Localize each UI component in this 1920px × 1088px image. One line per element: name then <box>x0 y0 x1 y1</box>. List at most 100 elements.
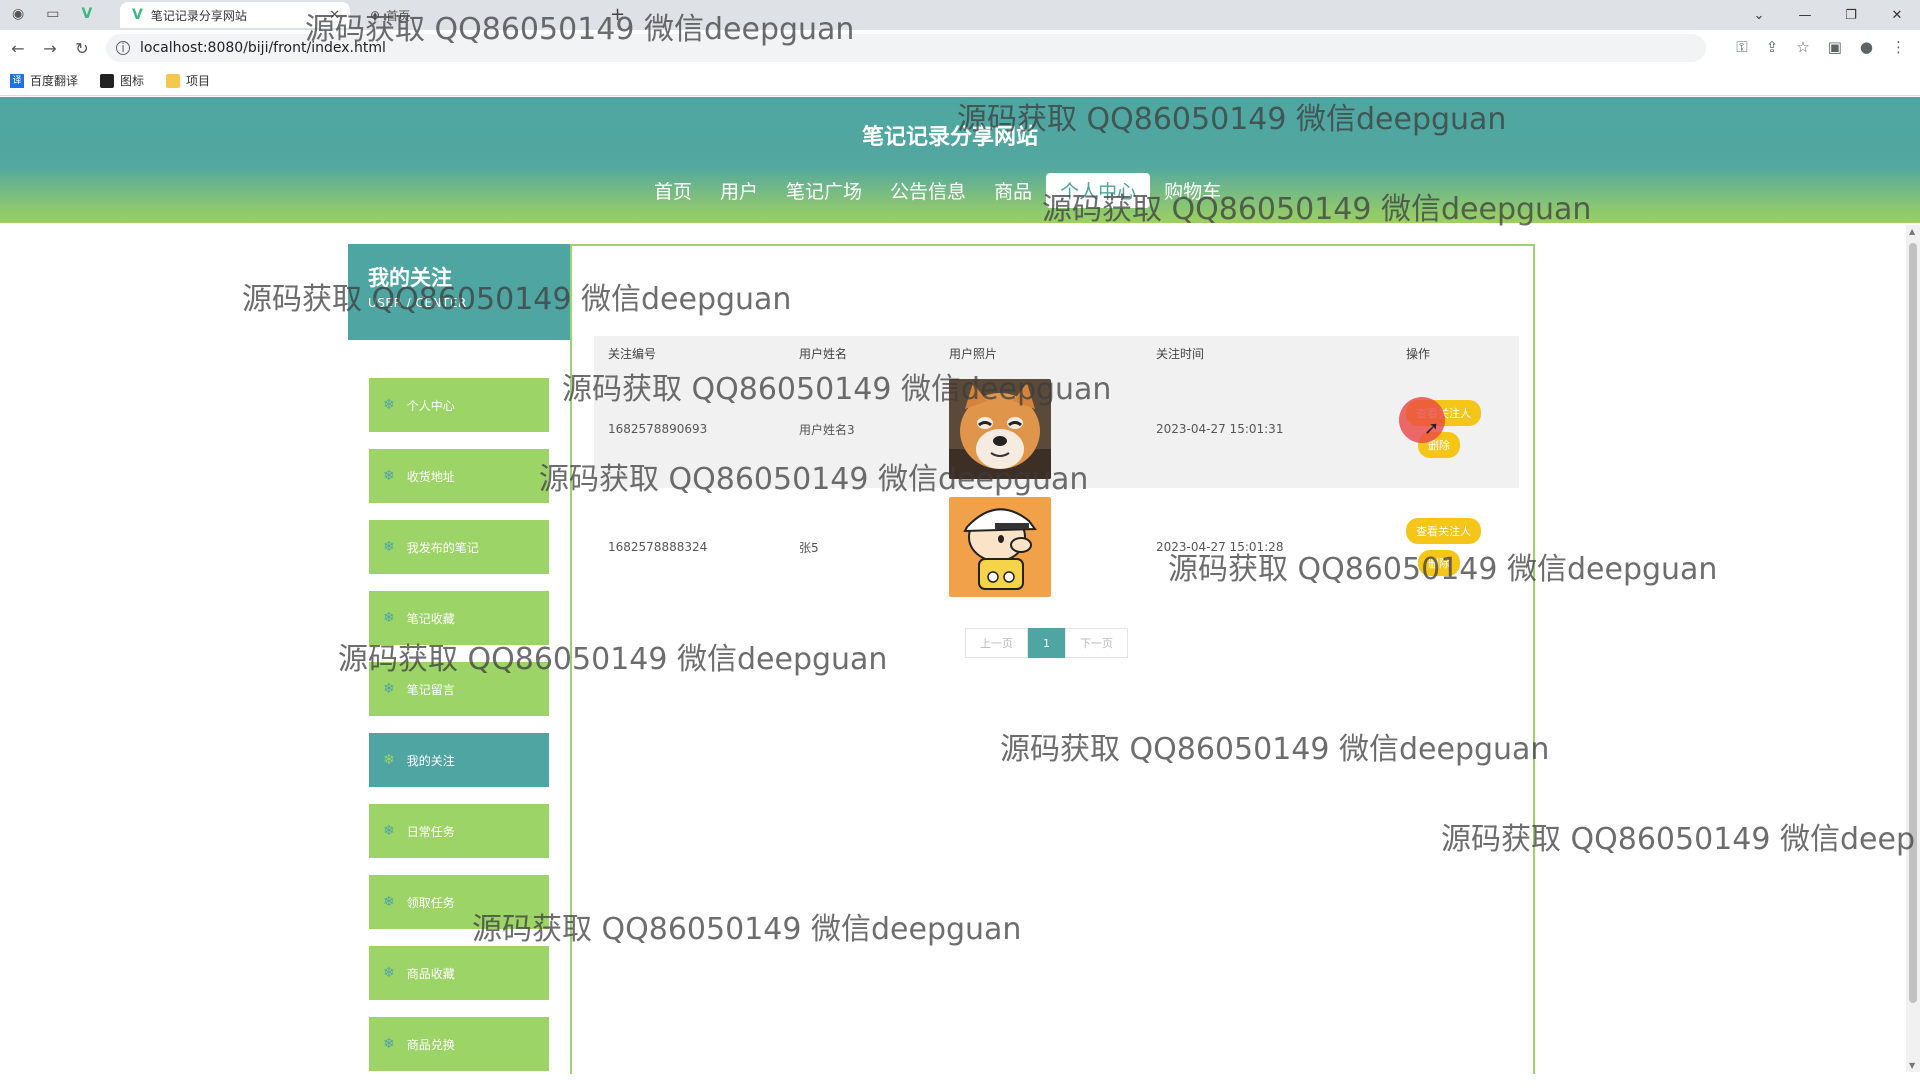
view-followee-button[interactable]: 查看关注人 <box>1406 518 1481 544</box>
nav-users[interactable]: 用户 <box>706 173 772 208</box>
reload-icon[interactable]: ↻ <box>68 39 96 58</box>
table-row: 1682578888324 张5 2023-04-27 15:01:28 查看关… <box>594 488 1519 606</box>
bookmarks-bar: 译 百度翻译 图标 项目 <box>0 66 1920 96</box>
star-bookmark-icon[interactable]: ☆ <box>1796 38 1809 56</box>
sidebar-item-my-follows[interactable]: ❄ 我的关注 <box>369 733 549 787</box>
tab-search-icon[interactable]: ◉ <box>12 6 24 22</box>
sidebar-item-label: 商品兑换 <box>406 1037 455 1052</box>
window-controls: ⌄ — ❐ ✕ <box>1736 0 1920 30</box>
sidebar-item-product-exchange[interactable]: ❄ 商品兑换 <box>369 1017 549 1071</box>
vue-logo-icon: V <box>132 7 143 23</box>
site-info-icon[interactable]: i <box>116 41 130 55</box>
snowflake-icon: ❄ <box>383 823 395 839</box>
bookmark-label: 项目 <box>186 74 211 88</box>
url-text: localhost:8080/biji/front/index.html <box>140 40 386 56</box>
sidebar-item-label: 领取任务 <box>406 895 455 910</box>
vue-favicon-icon[interactable]: V <box>81 6 92 22</box>
cell-follow-id: 1682578888324 <box>608 540 708 554</box>
bookmark-item[interactable]: 项目 <box>166 72 210 89</box>
globe-icon: ⊕ <box>370 8 381 22</box>
cell-follow-time: 2023-04-27 15:01:28 <box>1156 540 1284 554</box>
sidebar-item-my-notes[interactable]: ❄ 我发布的笔记 <box>369 520 549 574</box>
key-icon[interactable]: ⚿ <box>1736 38 1747 56</box>
snowflake-icon: ❄ <box>383 965 395 981</box>
delete-button[interactable]: 删除 <box>1418 550 1460 576</box>
new-tab-plus-icon[interactable]: + <box>610 4 625 25</box>
cell-follow-id: 1682578890693 <box>608 422 708 436</box>
mouse-cursor-icon: ➚ <box>1424 418 1440 439</box>
cell-photo <box>949 379 1156 479</box>
snowflake-icon: ❄ <box>383 539 395 555</box>
tab-blank-icon[interactable]: ▭ <box>46 6 59 22</box>
page-scrollbar[interactable]: ▲ ▼ <box>1906 225 1920 1072</box>
snowflake-icon: ❄ <box>383 397 395 413</box>
sidebar-item-daily-tasks[interactable]: ❄ 日常任务 <box>369 804 549 858</box>
translate-icon: 译 <box>10 73 24 88</box>
cell-user-name: 张5 <box>799 540 819 555</box>
forward-arrow-icon[interactable]: → <box>36 39 64 58</box>
restore-icon[interactable]: ❐ <box>1828 0 1874 30</box>
cartoon-boy-image <box>949 497 1051 597</box>
cell-user-name: 用户姓名3 <box>799 422 855 437</box>
profile-avatar-icon[interactable]: ● <box>1860 38 1873 56</box>
cell-photo <box>949 497 1156 597</box>
snowflake-icon: ❄ <box>383 468 395 484</box>
nav-user-center[interactable]: 个人中心 <box>1046 173 1151 208</box>
sidebar-item-label: 我发布的笔记 <box>406 540 479 555</box>
sidebar-item-claim-tasks[interactable]: ❄ 领取任务 <box>369 875 549 929</box>
next-page-button[interactable]: 下一页 <box>1065 628 1128 658</box>
sidebar-menu: ❄ 个人中心 ❄ 收货地址 ❄ 我发布的笔记 ❄ 笔记收藏 ❄ 笔记留言 ❄ 我… <box>369 378 549 1088</box>
sidebar-item-profile[interactable]: ❄ 个人中心 <box>369 378 549 432</box>
scroll-up-icon[interactable]: ▲ <box>1909 227 1915 236</box>
nav-announcements[interactable]: 公告信息 <box>876 173 980 208</box>
site-nav: 首页 用户 笔记广场 公告信息 商品 个人中心 购物车 <box>640 173 1235 208</box>
close-window-icon[interactable]: ✕ <box>1874 0 1920 30</box>
table-row: 1682578890693 用户姓名3 2023-04-27 15:01:31 … <box>594 370 1519 488</box>
sidebar-item-address[interactable]: ❄ 收货地址 <box>369 449 549 503</box>
cell-follow-time: 2023-04-27 15:01:31 <box>1156 422 1284 436</box>
tab-search-chevron-icon[interactable]: ⌄ <box>1736 0 1782 30</box>
tab-active[interactable]: V 笔记记录分享网站 ✕ <box>120 2 350 28</box>
nav-home[interactable]: 首页 <box>640 173 706 208</box>
bookmark-item[interactable]: 图标 <box>100 72 144 89</box>
shiba-dog-image <box>949 379 1051 479</box>
minimize-icon[interactable]: — <box>1782 0 1828 30</box>
tab-second[interactable]: ⊕ 首页 <box>360 2 600 28</box>
folder-icon <box>166 73 181 88</box>
nav-notes-square[interactable]: 笔记广场 <box>772 173 876 208</box>
url-field[interactable]: i localhost:8080/biji/front/index.html <box>106 34 1706 62</box>
address-bar-row: ← → ↻ i localhost:8080/biji/front/index.… <box>0 30 1920 66</box>
site-header: 笔记记录分享网站 首页 用户 笔记广场 公告信息 商品 个人中心 购物车 <box>0 97 1920 223</box>
sidebar-item-note-comments[interactable]: ❄ 笔记留言 <box>369 662 549 716</box>
address-bar-actions: ⚿ ⇪ ☆ ▣ ● ⋮ <box>1736 38 1906 56</box>
sidepanel-icon[interactable]: ▣ <box>1828 38 1842 56</box>
scroll-down-icon[interactable]: ▼ <box>1909 1061 1915 1070</box>
cartoon-boy-photo[interactable] <box>949 497 1051 597</box>
sidebar-item-label: 个人中心 <box>406 398 455 413</box>
snowflake-icon: ❄ <box>383 610 395 626</box>
col-user-name: 用户姓名 <box>799 346 848 361</box>
col-user-photo: 用户照片 <box>949 346 998 361</box>
bookmark-item[interactable]: 译 百度翻译 <box>10 72 78 89</box>
snowflake-icon: ❄ <box>383 1036 395 1052</box>
share-icon[interactable]: ⇪ <box>1766 38 1779 56</box>
page-number-button[interactable]: 1 <box>1028 628 1065 658</box>
menu-kebab-icon[interactable]: ⋮ <box>1891 38 1906 56</box>
sidebar-item-label: 日常任务 <box>406 824 455 839</box>
col-follow-id: 关注编号 <box>608 346 657 361</box>
nav-products[interactable]: 商品 <box>980 173 1046 208</box>
nav-cart[interactable]: 购物车 <box>1150 173 1235 208</box>
bookmark-label: 百度翻译 <box>30 74 79 88</box>
prev-page-button[interactable]: 上一页 <box>965 628 1028 658</box>
image-icon <box>100 73 115 88</box>
back-arrow-icon[interactable]: ← <box>4 39 32 58</box>
main-content: 关注编号 用户姓名 用户照片 关注时间 操作 1682578890693 用户姓… <box>570 244 1535 1074</box>
tab-strip-icons: ◉ ▭ V <box>12 6 92 22</box>
shiba-dog-photo[interactable] <box>949 379 1051 479</box>
sidebar-item-product-favorites[interactable]: ❄ 商品收藏 <box>369 946 549 1000</box>
scrollbar-thumb[interactable] <box>1909 243 1917 1003</box>
tab-title: 首页 <box>386 8 411 23</box>
sidebar-item-note-favorites[interactable]: ❄ 笔记收藏 <box>369 591 549 645</box>
table-header: 关注编号 用户姓名 用户照片 关注时间 操作 <box>594 336 1519 370</box>
tab-close-icon[interactable]: ✕ <box>329 8 340 23</box>
